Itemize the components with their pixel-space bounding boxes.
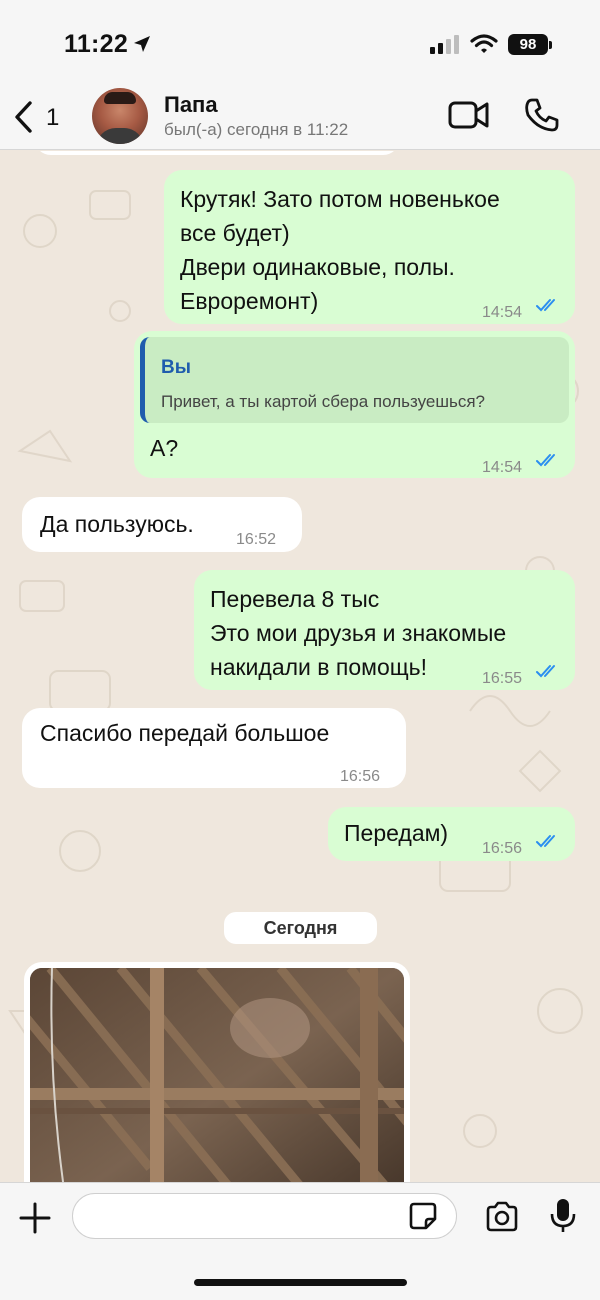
avatar[interactable] — [92, 88, 148, 144]
message-outgoing[interactable]: Перевела 8 тыс Это мои друзья и знакомые… — [194, 570, 575, 690]
double-check-icon — [536, 835, 555, 848]
message-line: все будет) — [180, 220, 290, 246]
message-time: 16:55 — [482, 670, 523, 687]
quote-author: Вы — [161, 357, 191, 378]
message-incoming-photo[interactable] — [24, 962, 410, 1182]
signal-icon — [430, 35, 459, 54]
quoted-message[interactable]: Вы Привет, а ты картой сбера пользуешься… — [140, 337, 569, 423]
message-text: Да пользуюсь. — [40, 511, 194, 537]
partial-message — [34, 151, 400, 155]
message-outgoing[interactable]: Передам) 16:56 — [328, 807, 575, 861]
avatar-shirt — [96, 128, 144, 144]
plus-icon[interactable] — [18, 1201, 52, 1235]
status-bar: 11:22 98 — [0, 0, 600, 88]
message-text: А? — [150, 435, 179, 461]
double-check-icon — [536, 454, 555, 467]
back-button[interactable]: 1 — [10, 98, 70, 138]
quote-text: Привет, а ты картой сбера пользуешься? — [161, 392, 485, 411]
avatar-hair — [104, 92, 136, 104]
home-indicator[interactable] — [194, 1279, 407, 1286]
double-check-icon — [536, 665, 555, 678]
battery-cap — [549, 41, 552, 49]
contact-status: был(-а) сегодня в 11:22 — [164, 120, 349, 139]
battery-indicator: 98 — [508, 34, 548, 55]
roof-photo-image — [30, 968, 404, 1182]
message-incoming[interactable]: Да пользуюсь. 16:52 — [22, 497, 302, 552]
message-outgoing[interactable]: Крутяк! Зато потом новенькое все будет) … — [164, 170, 575, 324]
status-time: 11:22 — [64, 30, 129, 58]
message-text: Спасибо передай большое — [40, 720, 330, 746]
message-outgoing-reply[interactable]: Вы Привет, а ты картой сбера пользуешься… — [134, 331, 575, 478]
photo-thumbnail[interactable] — [30, 968, 404, 1182]
message-input[interactable] — [72, 1193, 457, 1239]
phone-icon[interactable] — [524, 97, 560, 133]
message-line: Двери одинаковые, полы. — [180, 254, 455, 280]
message-line: Перевела 8 тыс — [210, 586, 380, 612]
contact-name[interactable]: Папа — [164, 92, 218, 118]
double-check-icon — [536, 299, 555, 312]
message-time: 16:56 — [340, 768, 381, 785]
message-line: Крутяк! Зато потом новенькое — [180, 186, 500, 212]
location-arrow-icon — [134, 36, 150, 52]
chat-area[interactable]: Крутяк! Зато потом новенькое все будет) … — [0, 151, 600, 1182]
message-time: 16:56 — [482, 840, 523, 857]
message-time: 14:54 — [482, 304, 523, 321]
chat-header: 1 Папа был(-а) сегодня в 11:22 — [0, 88, 600, 150]
sticker-icon[interactable] — [408, 1201, 438, 1231]
message-line: Это мои друзья и знакомые — [210, 620, 507, 646]
unread-count: 1 — [46, 104, 60, 131]
message-time: 16:52 — [236, 531, 277, 548]
message-text: Передам) — [344, 820, 449, 846]
camera-icon[interactable] — [484, 1201, 520, 1233]
message-time: 14:54 — [482, 459, 523, 476]
message-composer — [0, 1182, 600, 1300]
wifi-icon — [470, 34, 498, 53]
message-incoming[interactable]: Спасибо передай большое 16:56 — [22, 708, 406, 788]
date-separator: Сегодня — [224, 912, 377, 944]
video-call-icon[interactable] — [448, 100, 490, 130]
microphone-icon[interactable] — [550, 1197, 576, 1233]
back-chevron-icon — [15, 101, 32, 133]
